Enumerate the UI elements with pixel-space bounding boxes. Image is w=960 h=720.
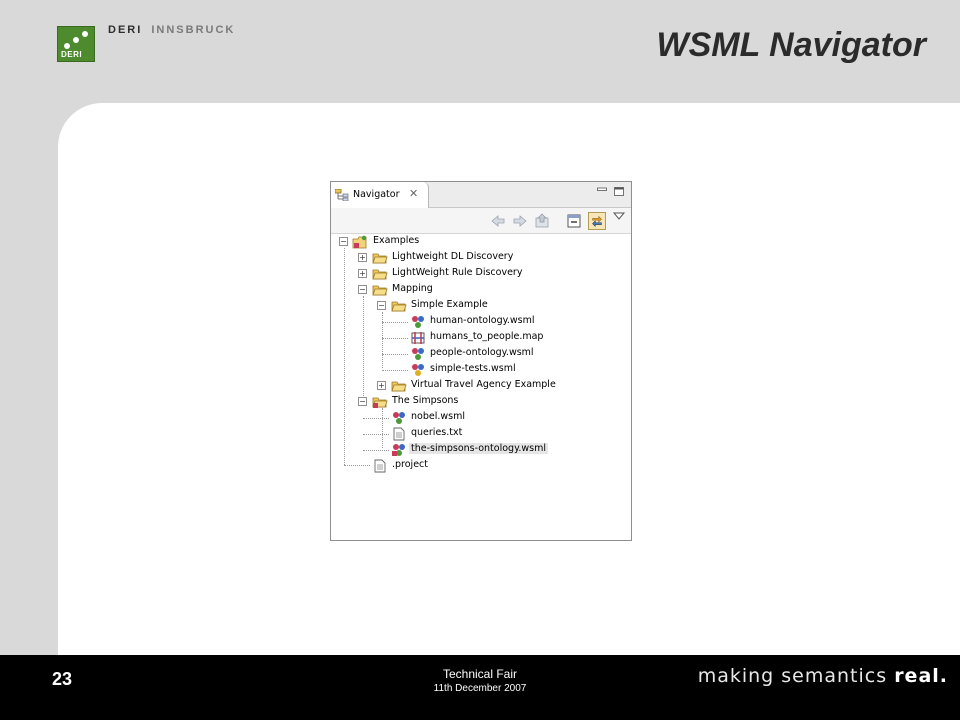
collapse-toggle[interactable]: − [339, 237, 348, 246]
tree-item-human-ontology[interactable]: human-ontology.wsml [331, 314, 631, 330]
tree-guide [382, 370, 408, 371]
logo-dot [64, 43, 70, 49]
wsml-file-icon [412, 364, 424, 376]
slogan-part: making semantics [697, 665, 895, 687]
wsml-file-icon [392, 444, 405, 456]
logo-dot [73, 37, 79, 43]
tree-item-label: the-simpsons-ontology.wsml [409, 443, 548, 454]
tree-item-simple-tests[interactable]: simple-tests.wsml [331, 362, 631, 378]
navigator-icon [335, 189, 349, 201]
tree-item-label: .project [392, 459, 428, 470]
navigator-view: Navigator ✕ − Examples + Lightweight DL … [330, 181, 632, 541]
collapse-toggle[interactable]: − [358, 285, 367, 294]
up-folder-icon[interactable] [533, 212, 551, 230]
text-file-icon [374, 459, 386, 473]
tree-item-label: humans_to_people.map [430, 331, 544, 342]
logo-wordmark: DERI INNSBRUCK [108, 24, 235, 36]
tree-item-humans-to-people-map[interactable]: humans_to_people.map [331, 330, 631, 346]
tree-guide [363, 450, 389, 451]
tree-item-examples[interactable]: − Examples [331, 234, 631, 250]
folder-icon [372, 269, 388, 280]
close-icon[interactable]: ✕ [409, 187, 418, 200]
view-tab-bar: Navigator ✕ [331, 182, 631, 208]
tree-item-label: nobel.wsml [411, 411, 465, 422]
tree-item-people-ontology[interactable]: people-ontology.wsml [331, 346, 631, 362]
collapse-toggle[interactable]: − [358, 397, 367, 406]
tree-item-label: LightWeight Rule Discovery [392, 267, 523, 278]
tree-item-label: people-ontology.wsml [430, 347, 534, 358]
text-file-icon [393, 427, 405, 441]
resource-tree: − Examples + Lightweight DL Discovery + [331, 234, 631, 540]
maximize-icon[interactable] [614, 187, 624, 196]
folder-icon [372, 397, 388, 408]
collapse-all-icon[interactable] [565, 212, 583, 230]
expand-toggle[interactable]: + [377, 381, 386, 390]
wsml-file-icon [393, 412, 405, 424]
folder-icon [391, 301, 407, 312]
tree-item-the-simpsons-ontology[interactable]: the-simpsons-ontology.wsml [331, 442, 631, 458]
tree-item-label: Mapping [392, 283, 433, 294]
folder-icon [372, 285, 388, 296]
logo-box-label: DERI [61, 50, 83, 59]
tree-item-label: The Simpsons [392, 395, 459, 406]
tree-item-mapping[interactable]: − Mapping [331, 282, 631, 298]
tree-item-project-file[interactable]: .project [331, 458, 631, 474]
deri-logo: DERI [57, 26, 95, 62]
tree-item-lightweight-rule-discovery[interactable]: + LightWeight Rule Discovery [331, 266, 631, 282]
tree-guide [363, 418, 389, 419]
tree-guide [363, 434, 389, 435]
tab-navigator[interactable]: Navigator ✕ [331, 182, 429, 208]
folder-icon [372, 253, 388, 264]
logo-city: INNSBRUCK [151, 24, 236, 36]
view-menu-icon[interactable] [612, 210, 626, 222]
link-with-editor-icon[interactable] [588, 212, 606, 230]
tree-item-label: queries.txt [411, 427, 463, 438]
tab-label: Navigator [353, 189, 400, 200]
wsml-file-icon [412, 348, 424, 360]
folder-icon [391, 381, 407, 392]
tree-item-label: human-ontology.wsml [430, 315, 535, 326]
tree-item-label: simple-tests.wsml [430, 363, 516, 374]
forward-arrow-icon[interactable] [511, 212, 529, 230]
expand-toggle[interactable]: + [358, 269, 367, 278]
slide-title: WSML Navigator [656, 26, 926, 64]
logo-dot [82, 31, 88, 37]
tree-item-label: Virtual Travel Agency Example [411, 379, 556, 390]
view-toolbar [331, 208, 631, 234]
logo-org: DERI [108, 24, 143, 36]
slogan-emphasis: real. [894, 665, 948, 687]
tree-item-simple-example[interactable]: − Simple Example [331, 298, 631, 314]
back-arrow-icon[interactable] [489, 212, 507, 230]
map-file-icon [411, 332, 425, 344]
tree-guide [382, 322, 408, 323]
tree-item-lightweight-dl-discovery[interactable]: + Lightweight DL Discovery [331, 250, 631, 266]
footer-bar: 23 Technical Fair 11th December 2007 mak… [0, 655, 960, 720]
tree-item-the-simpsons[interactable]: − The Simpsons [331, 394, 631, 410]
tree-item-nobel[interactable]: nobel.wsml [331, 410, 631, 426]
tree-item-queries[interactable]: queries.txt [331, 426, 631, 442]
slogan: making semantics real. [698, 665, 948, 687]
tree-item-label: Examples [373, 235, 420, 246]
tree-item-label: Lightweight DL Discovery [392, 251, 514, 262]
tree-guide [382, 354, 408, 355]
tree-guide [382, 338, 408, 339]
tree-item-virtual-travel-agency-example[interactable]: + Virtual Travel Agency Example [331, 378, 631, 394]
expand-toggle[interactable]: + [358, 253, 367, 262]
tree-item-label: Simple Example [411, 299, 488, 310]
wsml-file-icon [412, 316, 424, 328]
collapse-toggle[interactable]: − [377, 301, 386, 310]
minimize-icon[interactable] [597, 187, 607, 196]
project-icon [352, 235, 367, 249]
